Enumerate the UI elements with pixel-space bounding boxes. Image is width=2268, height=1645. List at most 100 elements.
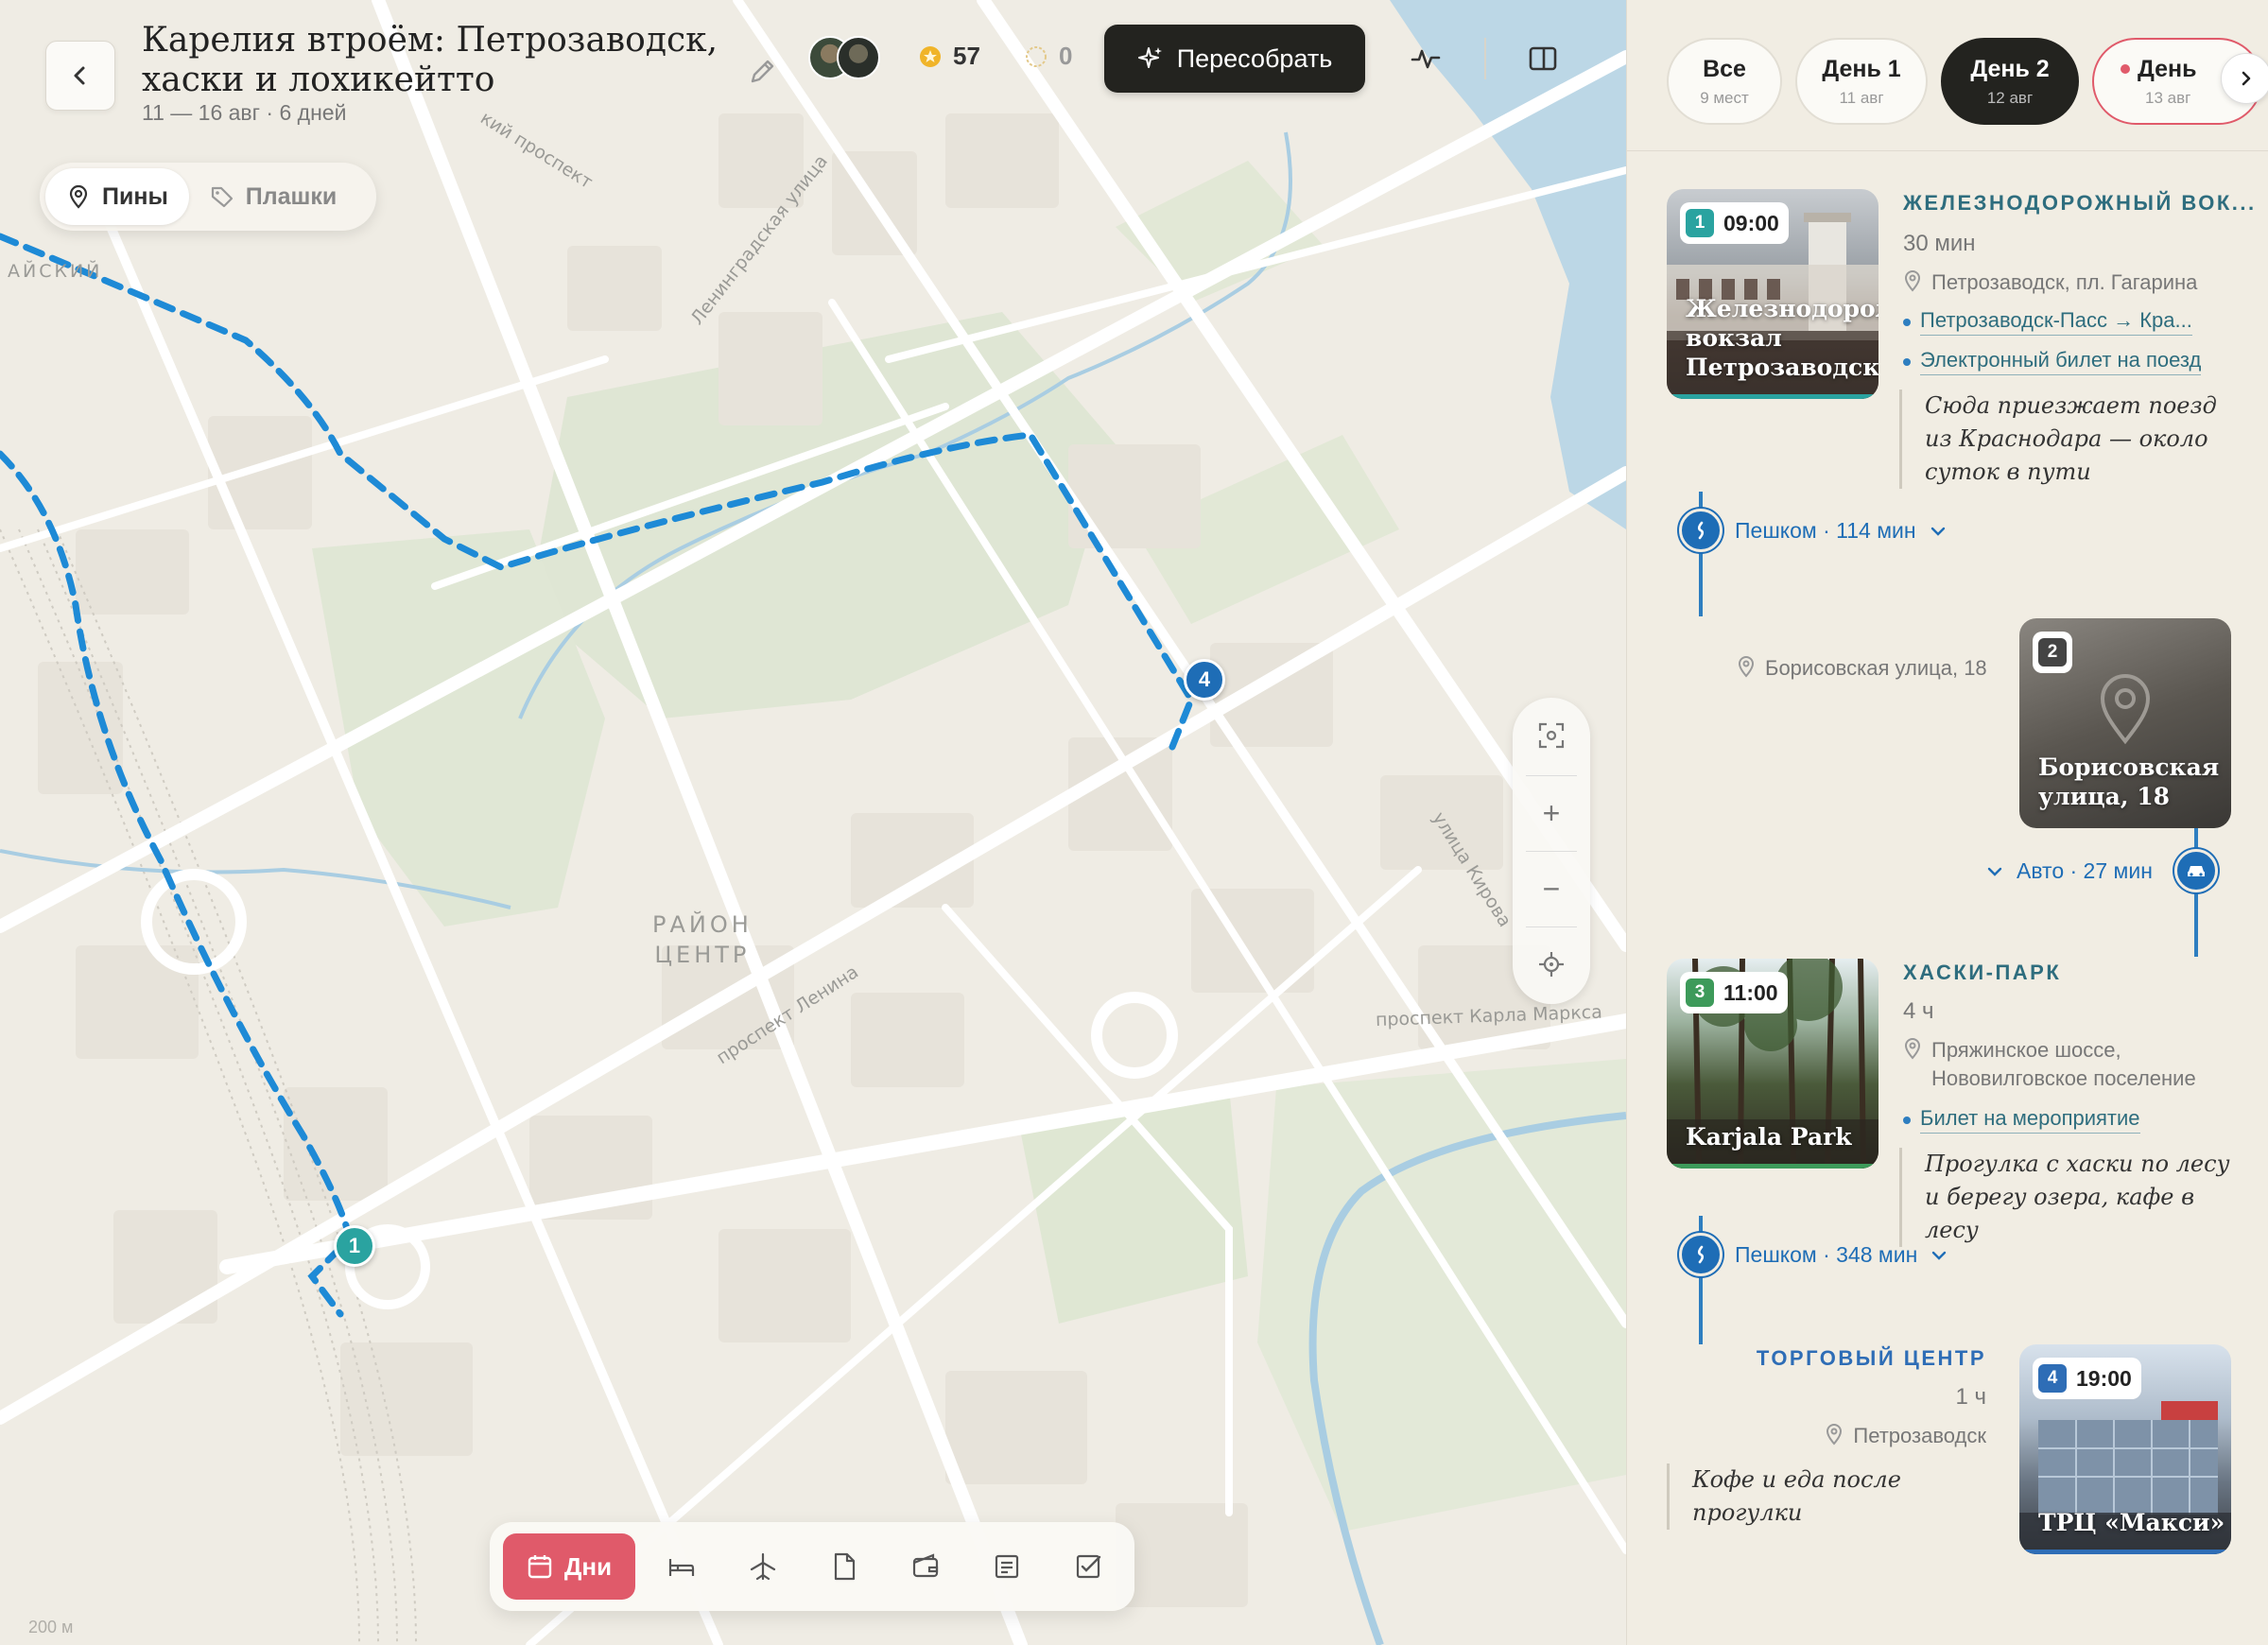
- place-time-badge: 3 11:00: [1680, 972, 1788, 1013]
- place-address-text: Петрозаводск: [1853, 1424, 1986, 1447]
- toggle-panel-button[interactable]: [1522, 38, 1564, 79]
- activity-button[interactable]: [1405, 38, 1446, 79]
- place-link[interactable]: Петрозаводск-Пасс → Кра...: [1903, 308, 2192, 336]
- participants-avatars[interactable]: [808, 36, 888, 81]
- transfer-walk-icon: [1679, 1233, 1723, 1276]
- place-title[interactable]: ТОРГОВЫЙ ЦЕНТР: [1757, 1346, 1986, 1371]
- transfer-toggle[interactable]: Авто · 27 мин: [1986, 858, 2153, 884]
- place-duration: 4 ч: [1903, 998, 1934, 1024]
- toggle-pins-label: Пины: [102, 182, 168, 210]
- tab-day-1[interactable]: День 1 11 авг: [1795, 38, 1928, 125]
- place-color-bar: [1667, 394, 1878, 399]
- place-image[interactable]: 4 19:00 ТРЦ «Макси»: [2019, 1344, 2231, 1554]
- calendar-icon: [528, 1555, 552, 1579]
- place-link[interactable]: Электронный билет на поезд: [1903, 348, 2202, 375]
- rating-stat[interactable]: 0: [1023, 42, 1072, 71]
- dock-stays-button[interactable]: [662, 1547, 701, 1586]
- place-link-text: Электронный билет на поезд: [1920, 348, 2202, 375]
- rebuild-button[interactable]: Пересобрать: [1104, 25, 1365, 93]
- link-dot: [1903, 357, 1911, 366]
- tab-label: Все: [1703, 55, 1746, 82]
- focus-frame-icon: [1538, 722, 1565, 749]
- bottom-dock: Дни: [490, 1522, 1134, 1611]
- transfer-label: Пешком · 348 мин: [1735, 1242, 1918, 1267]
- place-link[interactable]: Билет на мероприятие: [1903, 1106, 2140, 1134]
- place-title[interactable]: ХАСКИ-ПАРК: [1903, 961, 2061, 985]
- trip-title-line-2: хаски и лохикейтто: [142, 61, 495, 99]
- today-dot: [2121, 64, 2130, 74]
- tab-label: День 2: [1970, 55, 2050, 82]
- map-marker-4[interactable]: 4: [1184, 659, 1225, 701]
- map-marker-1[interactable]: 1: [334, 1225, 375, 1267]
- chevron-down-icon: [1930, 527, 1945, 536]
- pins-labels-toggle[interactable]: Пины Плашки: [40, 163, 376, 231]
- transfer-walk-icon: [1679, 509, 1723, 552]
- marker-number: 4: [1198, 667, 1211, 691]
- rating-count: 0: [1059, 42, 1073, 70]
- place-address: Петрозаводск: [1825, 1422, 1986, 1450]
- place-note: Сюда приезжает поезд из Краснодара — око…: [1899, 390, 2240, 489]
- place-address: Пряжинское шоссе, Нововилговское поселен…: [1903, 1036, 2243, 1093]
- transfer-car-icon: [2174, 849, 2218, 892]
- avatar: [837, 36, 880, 79]
- likes-stat[interactable]: 57: [917, 42, 980, 71]
- transfer-toggle[interactable]: Пешком · 114 мин: [1735, 518, 1947, 544]
- map-view[interactable]: Ленинградская улица улица Кирова проспек…: [0, 0, 1626, 1645]
- crosshair-icon: [1539, 952, 1564, 977]
- map-pin-icon: [1904, 1038, 1921, 1060]
- place-address-text: Пряжинское шоссе, Нововилговское поселен…: [1931, 1038, 2196, 1090]
- place-image[interactable]: 2 Борисовская улица, 18: [2019, 618, 2231, 828]
- place-image[interactable]: 3 11:00 Karjala Park: [1667, 959, 1878, 1169]
- tab-label-text: День: [2138, 55, 2197, 82]
- place-title[interactable]: ЖЕЛЕЗНОДОРОЖНЫЙ ВОК...: [1903, 191, 2257, 216]
- zoom-in-button[interactable]: +: [1513, 775, 1590, 851]
- toggle-pins[interactable]: Пины: [45, 168, 189, 225]
- map-pin-icon: [1738, 656, 1755, 678]
- dock-days-button[interactable]: Дни: [503, 1533, 635, 1600]
- minus-icon: −: [1542, 871, 1561, 906]
- district-label: РАЙОН ЦЕНТР: [652, 909, 753, 970]
- back-button[interactable]: [45, 41, 115, 111]
- map-zoom-controls: + −: [1513, 698, 1590, 1004]
- dock-documents-button[interactable]: [824, 1547, 864, 1586]
- toolbar-divider: [1484, 38, 1486, 79]
- fit-bounds-button[interactable]: [1513, 698, 1590, 773]
- tab-day-2[interactable]: День 2 12 авг: [1941, 38, 2079, 125]
- chevron-left-icon: [74, 66, 85, 85]
- dock-flights-button[interactable]: [743, 1547, 783, 1586]
- tabs-scroll-next-button[interactable]: [2221, 53, 2268, 104]
- district-line-2: ЦЕНТР: [654, 942, 751, 968]
- tab-sub: 13 авг: [2145, 88, 2191, 107]
- place-number-badge: 2: [2033, 632, 2072, 673]
- place-image[interactable]: 1 09:00 Железнодорожный вокзал Петрозаво…: [1667, 189, 1878, 399]
- locate-me-button[interactable]: [1513, 926, 1590, 1002]
- place-address: Петрозаводск, пл. Гагарина: [1903, 268, 2197, 297]
- zoom-out-button[interactable]: −: [1513, 851, 1590, 926]
- dock-checklist-button[interactable]: [1068, 1547, 1108, 1586]
- street-label: АЙСКИЙ: [8, 261, 103, 282]
- document-icon: [834, 1552, 856, 1581]
- toggle-labels[interactable]: Плашки: [189, 168, 357, 225]
- place-link-text: Билет на мероприятие: [1920, 1106, 2140, 1134]
- dock-notes-button[interactable]: [987, 1547, 1027, 1586]
- badge-outline-icon: [1026, 45, 1047, 67]
- transfer-toggle[interactable]: Пешком · 348 мин: [1735, 1242, 1948, 1268]
- place-link-text: Петрозаводск-Пасс → Кра...: [1920, 308, 2192, 336]
- link-dot: [1903, 318, 1911, 326]
- place-image-caption: Железнодорожный вокзал Петрозаводска: [1686, 295, 1878, 381]
- walk-icon: [1697, 1245, 1705, 1264]
- notes-icon: [995, 1554, 1019, 1579]
- place-number: 2: [2038, 638, 2067, 667]
- map-canvas[interactable]: [0, 0, 1626, 1645]
- toggle-labels-label: Плашки: [245, 182, 338, 210]
- day-tabs: Все 9 мест День 1 11 авг День 2 12 авг Д…: [1627, 0, 2268, 151]
- place-time-badge: 1 09:00: [1680, 202, 1789, 244]
- place-color-bar: [1667, 1164, 1878, 1169]
- edit-title-button[interactable]: [747, 57, 777, 92]
- link-dot: [1903, 1116, 1911, 1124]
- dock-budget-button[interactable]: [906, 1547, 945, 1586]
- tab-label: День: [2121, 56, 2197, 83]
- tab-all[interactable]: Все 9 мест: [1667, 38, 1782, 125]
- dock-days-label: Дни: [563, 1551, 613, 1581]
- sparkle-icon: [1137, 47, 1162, 68]
